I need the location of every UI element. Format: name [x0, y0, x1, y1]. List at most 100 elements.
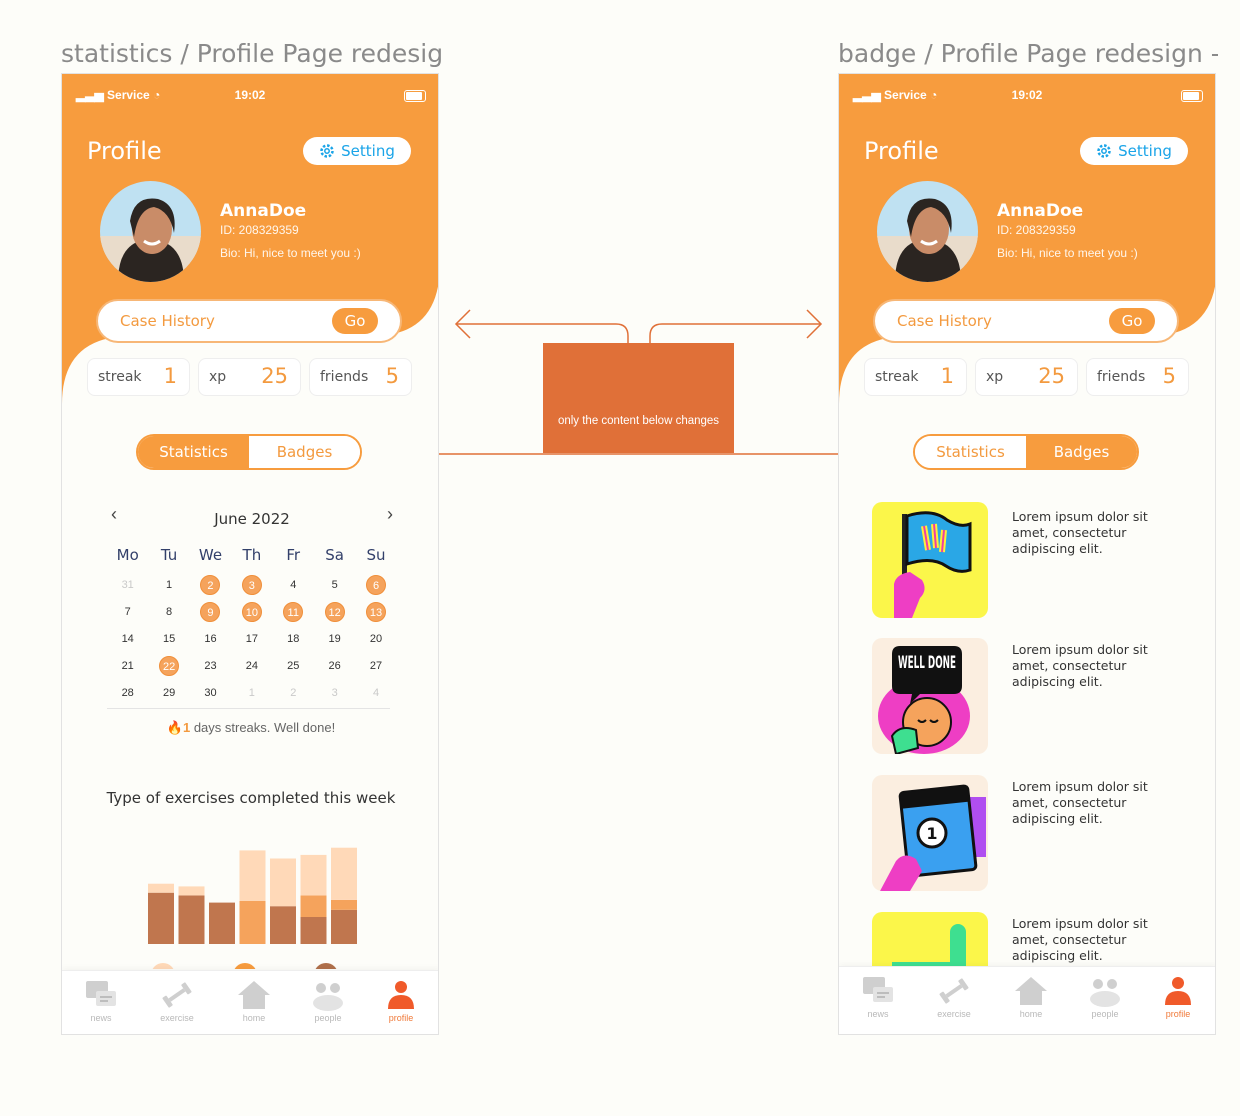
go-button[interactable]: Go: [332, 308, 378, 334]
calendar-day[interactable]: 28: [107, 679, 148, 706]
profile-icon: [388, 981, 414, 1009]
badge-flag[interactable]: [872, 502, 988, 618]
calendar-day[interactable]: 4: [273, 571, 314, 598]
tab-profile[interactable]: profile: [1148, 975, 1208, 1019]
view-toggle: Statistics Badges: [913, 434, 1139, 470]
calendar-day[interactable]: 30: [190, 679, 231, 706]
people-icon: [1090, 979, 1120, 1007]
tab-exercise[interactable]: exercise: [924, 975, 984, 1019]
calendar-divider: [107, 708, 390, 709]
chevron-right-icon[interactable]: ›: [387, 504, 393, 525]
svg-text:1: 1: [926, 824, 937, 843]
calendar-day[interactable]: 3: [231, 571, 272, 598]
tab-home[interactable]: home: [1001, 975, 1061, 1019]
calendar-day[interactable]: 19: [314, 625, 355, 652]
flame-icon: 🔥: [166, 720, 183, 735]
chart-bar-segment: [148, 892, 174, 944]
calendar-day[interactable]: 9: [190, 598, 231, 625]
stat-streak: streak 1: [87, 358, 190, 396]
flag-icon: [894, 511, 972, 618]
badge-well-done[interactable]: WELL DONE: [872, 638, 988, 754]
stat-xp: xp 25: [975, 358, 1078, 396]
tab-home[interactable]: home: [224, 979, 284, 1023]
calendar-day[interactable]: 31: [107, 571, 148, 598]
weekday-label: Sa: [325, 546, 344, 564]
badge-calendar[interactable]: 1: [872, 775, 988, 891]
tab-profile[interactable]: profile: [371, 979, 431, 1023]
setting-button[interactable]: Setting: [1080, 137, 1188, 165]
avatar[interactable]: [100, 181, 201, 282]
stat-streak: streak 1: [864, 358, 967, 396]
battery-icon: [1181, 90, 1203, 102]
go-button[interactable]: Go: [1109, 308, 1155, 334]
tab-badges[interactable]: Badges: [1026, 436, 1137, 468]
calendar-day[interactable]: 25: [273, 652, 314, 679]
calendar-day[interactable]: 7: [107, 598, 148, 625]
case-history-card[interactable]: Case History Go: [96, 299, 402, 343]
tab-statistics[interactable]: Statistics: [138, 436, 249, 468]
calendar-day[interactable]: 1: [231, 679, 272, 706]
tab-badges[interactable]: Badges: [249, 436, 360, 468]
calendar-day[interactable]: 29: [148, 679, 189, 706]
page-title: Profile: [87, 137, 162, 165]
chart-legend-dot: [152, 963, 174, 969]
user-id: ID: 208329359: [997, 223, 1076, 237]
calendar-day[interactable]: 1: [148, 571, 189, 598]
status-time: 19:02: [1011, 88, 1043, 102]
calendar-day[interactable]: 2: [190, 571, 231, 598]
calendar-day[interactable]: 18: [273, 625, 314, 652]
setting-label: Setting: [1118, 142, 1172, 160]
calendar-day[interactable]: 12: [314, 598, 355, 625]
calendar-day[interactable]: 17: [231, 625, 272, 652]
calendar-day[interactable]: 3: [314, 679, 355, 706]
calendar-day[interactable]: 24: [231, 652, 272, 679]
calendar-day[interactable]: 6: [355, 571, 396, 598]
tab-news[interactable]: news: [848, 975, 908, 1019]
tab-people[interactable]: people: [298, 979, 358, 1023]
calendar-day[interactable]: 13: [355, 598, 396, 625]
tab-exercise[interactable]: exercise: [147, 979, 207, 1023]
calendar-day[interactable]: 5: [314, 571, 355, 598]
calendar-day[interactable]: 15: [148, 625, 189, 652]
calendar-day[interactable]: 11: [273, 598, 314, 625]
calendar-day[interactable]: 4: [355, 679, 396, 706]
badge-description: Lorem ipsum dolor sit amet, consectetur …: [1012, 509, 1148, 556]
calendar-day[interactable]: 27: [355, 652, 396, 679]
calendar-day[interactable]: 22: [148, 652, 189, 679]
chart-bar-segment: [331, 847, 357, 900]
case-history-label: Case History: [120, 312, 215, 330]
stat-friends: friends 5: [1086, 358, 1189, 396]
case-history-label: Case History: [897, 312, 992, 330]
calendar-day[interactable]: 26: [314, 652, 355, 679]
phone-badges: ▂▃▅ Service ◔ 19:02 Profile Setting Anna…: [838, 73, 1216, 1035]
calendar-day[interactable]: 21: [107, 652, 148, 679]
calendar-day[interactable]: 16: [190, 625, 231, 652]
profile-icon: [1165, 977, 1191, 1005]
weekday-label: Th: [242, 546, 262, 564]
page-title: Profile: [864, 137, 939, 165]
case-history-card[interactable]: Case History Go: [873, 299, 1179, 343]
calendar-day[interactable]: 2: [273, 679, 314, 706]
bottom-tab-bar: news exercise home people profile: [839, 966, 1215, 1034]
calendar-month: June 2022: [214, 510, 290, 528]
tab-news[interactable]: news: [71, 979, 131, 1023]
dumbbell-icon: [939, 978, 969, 1004]
user-bio: Bio: Hi, nice to meet you :): [997, 246, 1138, 260]
user-bio: Bio: Hi, nice to meet you :): [220, 246, 361, 260]
setting-label: Setting: [341, 142, 395, 160]
calendar-day[interactable]: 14: [107, 625, 148, 652]
status-bar: ▂▃▅ Service ◔ 19:02: [62, 86, 438, 106]
calendar-day[interactable]: 8: [148, 598, 189, 625]
setting-button[interactable]: Setting: [303, 137, 411, 165]
avatar[interactable]: [877, 181, 978, 282]
svg-text:WELL DONE: WELL DONE: [898, 653, 956, 673]
bottom-tab-bar: news exercise home people profile: [62, 970, 438, 1034]
streak-note: 🔥1 days streaks. Well done!: [166, 720, 336, 735]
calendar-day[interactable]: 20: [355, 625, 396, 652]
tab-people[interactable]: people: [1075, 975, 1135, 1019]
calendar-day[interactable]: 23: [190, 652, 231, 679]
calendar-day[interactable]: 10: [231, 598, 272, 625]
home-icon: [238, 981, 270, 1009]
tab-statistics[interactable]: Statistics: [915, 436, 1026, 468]
stat-friends: friends 5: [309, 358, 412, 396]
